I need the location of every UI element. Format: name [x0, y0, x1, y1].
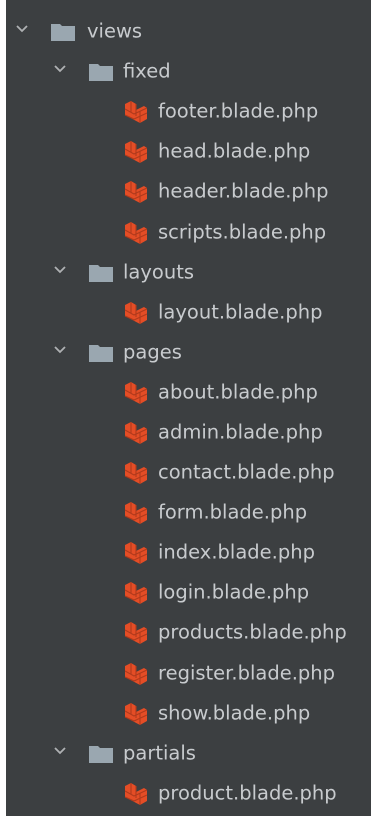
blade-file-icon — [122, 661, 148, 687]
chevron-down-icon[interactable] — [15, 22, 29, 36]
file-row[interactable]: show.blade.php — [6, 694, 371, 734]
folder-icon — [50, 22, 76, 42]
blade-file-icon — [122, 580, 148, 606]
file-label: about.blade.php — [158, 380, 318, 404]
blade-file-icon — [122, 781, 148, 807]
blade-file-icon — [122, 179, 148, 205]
folder-row-partials[interactable]: partials — [6, 734, 371, 774]
blade-file-icon — [122, 701, 148, 727]
blade-file-icon — [122, 460, 148, 486]
file-row[interactable]: login.blade.php — [6, 573, 371, 613]
file-label: login.blade.php — [158, 580, 310, 604]
file-row[interactable]: form.blade.php — [6, 493, 371, 533]
file-row[interactable]: head.blade.php — [6, 132, 371, 172]
file-label: header.blade.php — [158, 179, 329, 203]
folder-row-fixed[interactable]: fixed — [6, 52, 371, 92]
folder-label: views — [87, 19, 143, 43]
file-label: admin.blade.php — [158, 420, 323, 444]
folder-row-pages[interactable]: pages — [6, 333, 371, 373]
project-tree-panel: views fixed footer.blade.php head.blade.… — [6, 0, 371, 816]
folder-label: pages — [123, 340, 182, 364]
file-label: show.blade.php — [158, 701, 311, 725]
file-label: form.blade.php — [158, 500, 308, 524]
blade-file-icon — [122, 99, 148, 125]
folder-icon — [88, 744, 114, 764]
file-row[interactable]: product.blade.php — [6, 774, 371, 814]
file-label: products.blade.php — [158, 620, 347, 644]
file-row[interactable]: products.blade.php — [6, 613, 371, 653]
folder-label: fixed — [123, 59, 171, 83]
file-row[interactable]: admin.blade.php — [6, 413, 371, 453]
file-row[interactable]: register.blade.php — [6, 654, 371, 694]
file-row[interactable]: scripts.blade.php — [6, 212, 371, 252]
blade-file-icon — [122, 300, 148, 326]
file-row[interactable]: footer.blade.php — [6, 92, 371, 132]
file-label: footer.blade.php — [158, 99, 319, 123]
file-row[interactable]: layout.blade.php — [6, 293, 371, 333]
file-tree: views fixed footer.blade.php head.blade.… — [6, 12, 371, 814]
blade-file-icon — [122, 500, 148, 526]
folder-label: layouts — [123, 260, 195, 284]
file-row[interactable]: contact.blade.php — [6, 453, 371, 493]
blade-file-icon — [122, 620, 148, 646]
folder-label: partials — [123, 741, 196, 765]
blade-file-icon — [122, 139, 148, 165]
file-row[interactable]: index.blade.php — [6, 533, 371, 573]
blade-file-icon — [122, 220, 148, 246]
folder-row-views[interactable]: views — [6, 12, 371, 52]
chevron-down-icon[interactable] — [53, 263, 67, 277]
blade-file-icon — [122, 380, 148, 406]
chevron-down-icon[interactable] — [53, 62, 67, 76]
file-row[interactable]: header.blade.php — [6, 172, 371, 212]
folder-icon — [88, 62, 114, 82]
chevron-down-icon[interactable] — [53, 343, 67, 357]
chevron-down-icon[interactable] — [53, 744, 67, 758]
folder-icon — [88, 263, 114, 283]
file-label: contact.blade.php — [158, 460, 335, 484]
file-row[interactable]: about.blade.php — [6, 373, 371, 413]
file-label: product.blade.php — [158, 781, 337, 805]
blade-file-icon — [122, 540, 148, 566]
file-label: head.blade.php — [158, 139, 311, 163]
file-label: index.blade.php — [158, 540, 315, 564]
file-label: layout.blade.php — [158, 300, 323, 324]
blade-file-icon — [122, 420, 148, 446]
file-label: scripts.blade.php — [158, 219, 327, 243]
folder-row-layouts[interactable]: layouts — [6, 253, 371, 293]
file-label: register.blade.php — [158, 661, 336, 685]
folder-icon — [88, 343, 114, 363]
